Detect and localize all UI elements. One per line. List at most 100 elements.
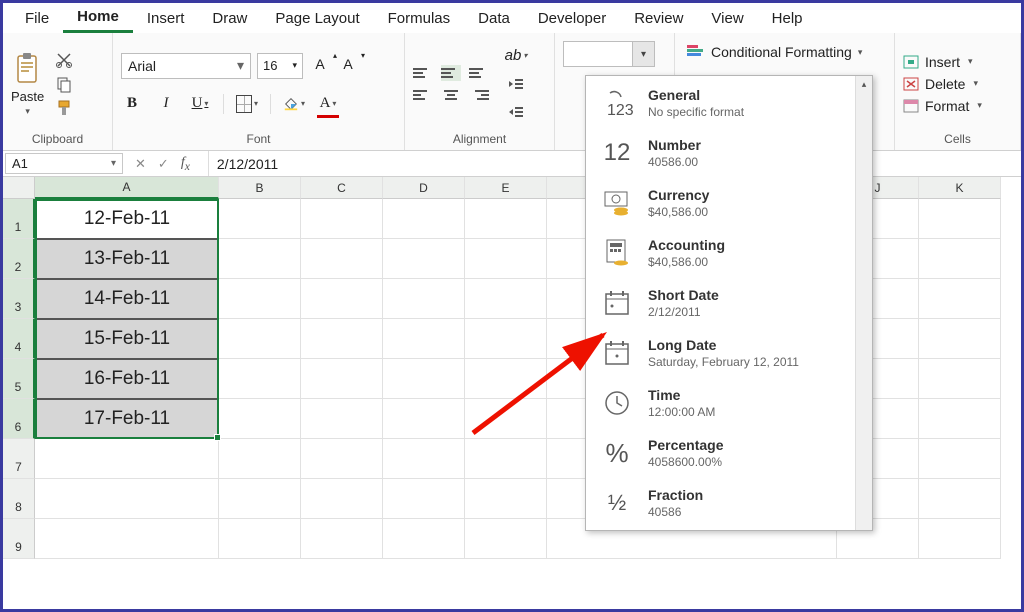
col-header-C[interactable]: C: [301, 177, 383, 199]
cell-C5[interactable]: [301, 359, 383, 399]
cell-D8[interactable]: [383, 479, 465, 519]
cell-A9[interactable]: [35, 519, 219, 559]
cell-C7[interactable]: [301, 439, 383, 479]
col-header-B[interactable]: B: [219, 177, 301, 199]
cell-E1[interactable]: [465, 199, 547, 239]
format-cells-button[interactable]: Format▾: [903, 98, 982, 114]
tab-file[interactable]: File: [11, 5, 63, 32]
number-format-fraction[interactable]: ½Fraction40586: [586, 478, 855, 528]
cell-D7[interactable]: [383, 439, 465, 479]
number-format-number[interactable]: 12Number40586.00: [586, 128, 855, 178]
cell-D2[interactable]: [383, 239, 465, 279]
cell-K9[interactable]: [919, 519, 1001, 559]
cell-C3[interactable]: [301, 279, 383, 319]
tab-draw[interactable]: Draw: [198, 5, 261, 32]
cell-E3[interactable]: [465, 279, 547, 319]
cell-B1[interactable]: [219, 199, 301, 239]
align-bottom-icon[interactable]: [469, 65, 489, 81]
number-format-short-date[interactable]: Short Date2/12/2011: [586, 278, 855, 328]
row-header-7[interactable]: 7: [3, 439, 35, 479]
paste-label[interactable]: Paste: [11, 89, 44, 104]
cell-K7[interactable]: [919, 439, 1001, 479]
cell-E9[interactable]: [465, 519, 547, 559]
cell-D4[interactable]: [383, 319, 465, 359]
cell-A3[interactable]: 14-Feb-11: [35, 279, 219, 319]
copy-icon[interactable]: [54, 75, 74, 93]
cell-A1[interactable]: 12-Feb-11: [35, 199, 219, 239]
cell-B6[interactable]: [219, 399, 301, 439]
paste-icon[interactable]: [12, 51, 44, 87]
align-top-icon[interactable]: [413, 65, 433, 81]
tab-data[interactable]: Data: [464, 5, 524, 32]
borders-button[interactable]: ▾: [236, 93, 258, 115]
decrease-indent-icon[interactable]: [505, 73, 527, 95]
row-header-1[interactable]: 1: [3, 199, 35, 239]
cell-K2[interactable]: [919, 239, 1001, 279]
fill-color-button[interactable]: ▾: [283, 93, 305, 115]
fx-icon[interactable]: fx: [181, 155, 198, 173]
insert-cells-button[interactable]: Insert▾: [903, 54, 982, 70]
row-header-3[interactable]: 3: [3, 279, 35, 319]
orientation-icon[interactable]: ab▾: [505, 45, 527, 67]
number-format-percentage[interactable]: %Percentage4058600.00%: [586, 428, 855, 478]
row-header-2[interactable]: 2: [3, 239, 35, 279]
cell-A7[interactable]: [35, 439, 219, 479]
align-center-icon[interactable]: [441, 87, 461, 103]
enter-formula-icon[interactable]: ✓: [158, 156, 169, 172]
col-header-K[interactable]: K: [919, 177, 1001, 199]
col-header-E[interactable]: E: [465, 177, 547, 199]
tab-page-layout[interactable]: Page Layout: [261, 5, 373, 32]
cell-K8[interactable]: [919, 479, 1001, 519]
cell-E8[interactable]: [465, 479, 547, 519]
cell-D9[interactable]: [383, 519, 465, 559]
cell-D3[interactable]: [383, 279, 465, 319]
cell-A8[interactable]: [35, 479, 219, 519]
cell-B8[interactable]: [219, 479, 301, 519]
cell-B7[interactable]: [219, 439, 301, 479]
cell-K5[interactable]: [919, 359, 1001, 399]
cell-E4[interactable]: [465, 319, 547, 359]
col-header-D[interactable]: D: [383, 177, 465, 199]
underline-button[interactable]: U▾: [189, 93, 211, 115]
tab-view[interactable]: View: [697, 5, 757, 32]
row-header-5[interactable]: 5: [3, 359, 35, 399]
align-middle-icon[interactable]: [441, 65, 461, 81]
cell-C8[interactable]: [301, 479, 383, 519]
cell-E2[interactable]: [465, 239, 547, 279]
cell-C9[interactable]: [301, 519, 383, 559]
number-format-time[interactable]: Time12:00:00 AM: [586, 378, 855, 428]
cell-B3[interactable]: [219, 279, 301, 319]
tab-insert[interactable]: Insert: [133, 5, 199, 32]
cancel-formula-icon[interactable]: ✕: [135, 156, 146, 172]
cell-D1[interactable]: [383, 199, 465, 239]
select-all-corner[interactable]: [3, 177, 35, 199]
decrease-font-icon[interactable]: A▾: [337, 53, 359, 75]
cell-C2[interactable]: [301, 239, 383, 279]
cell-K4[interactable]: [919, 319, 1001, 359]
name-box[interactable]: A1▾: [5, 153, 123, 174]
cell-K1[interactable]: [919, 199, 1001, 239]
cell-A5[interactable]: 16-Feb-11: [35, 359, 219, 399]
cell-D5[interactable]: [383, 359, 465, 399]
cell-E6[interactable]: [465, 399, 547, 439]
scrollbar[interactable]: ▴: [855, 76, 872, 530]
cell-A2[interactable]: 13-Feb-11: [35, 239, 219, 279]
cell-E5[interactable]: [465, 359, 547, 399]
cell-E7[interactable]: [465, 439, 547, 479]
row-header-8[interactable]: 8: [3, 479, 35, 519]
cell-K6[interactable]: [919, 399, 1001, 439]
cell-B4[interactable]: [219, 319, 301, 359]
scroll-up-icon[interactable]: ▴: [856, 76, 872, 93]
chevron-down-icon[interactable]: ▾: [25, 106, 30, 117]
tab-help[interactable]: Help: [758, 5, 817, 32]
cell-D6[interactable]: [383, 399, 465, 439]
font-color-button[interactable]: A▾: [317, 93, 339, 115]
format-painter-icon[interactable]: [54, 99, 74, 117]
increase-indent-icon[interactable]: [505, 101, 527, 123]
tab-formulas[interactable]: Formulas: [374, 5, 465, 32]
bold-button[interactable]: B: [121, 93, 143, 115]
align-left-icon[interactable]: [413, 87, 433, 103]
tab-home[interactable]: Home: [63, 3, 133, 33]
col-header-A[interactable]: A: [35, 177, 219, 199]
row-header-9[interactable]: 9: [3, 519, 35, 559]
